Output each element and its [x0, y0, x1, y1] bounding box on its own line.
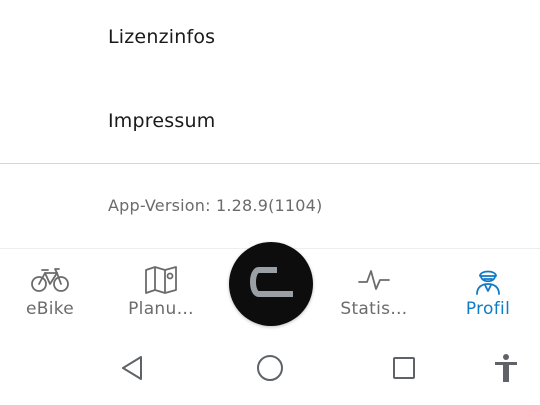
- tab-ebike[interactable]: eBike: [0, 249, 104, 331]
- pulse-icon: [354, 265, 394, 295]
- menu-item-label: Lizenzinfos: [108, 26, 216, 48]
- tab-label: Planu…: [128, 299, 194, 319]
- accessibility-icon: [493, 353, 519, 387]
- back-icon: [120, 355, 144, 385]
- profile-icon: [468, 265, 508, 295]
- home-button[interactable]: [252, 352, 288, 388]
- app-version-text: App-Version: 1.28.9(1104): [108, 196, 323, 215]
- tab-profile[interactable]: Profil: [434, 249, 540, 331]
- accessibility-button[interactable]: [488, 352, 524, 388]
- tab-statistics[interactable]: Statis…: [320, 249, 428, 331]
- tab-label: eBike: [25, 299, 75, 319]
- recents-icon: [391, 355, 417, 385]
- menu-item-label: Impressum: [108, 110, 216, 132]
- ride-start-icon: [247, 265, 295, 303]
- system-navigation-bar: [0, 330, 540, 405]
- back-button[interactable]: [114, 352, 150, 388]
- bike-icon: [30, 265, 70, 295]
- start-ride-button[interactable]: [229, 242, 313, 326]
- recents-button[interactable]: [386, 352, 422, 388]
- divider: [0, 163, 540, 164]
- map-icon: [141, 265, 181, 295]
- menu-item-imprint[interactable]: Impressum: [0, 91, 540, 151]
- tab-label: Profil: [465, 299, 511, 319]
- menu-item-license-info[interactable]: Lizenzinfos: [0, 7, 540, 67]
- home-icon: [255, 353, 285, 387]
- tab-label: Statis…: [340, 299, 408, 319]
- tab-planning[interactable]: Planu…: [107, 249, 215, 331]
